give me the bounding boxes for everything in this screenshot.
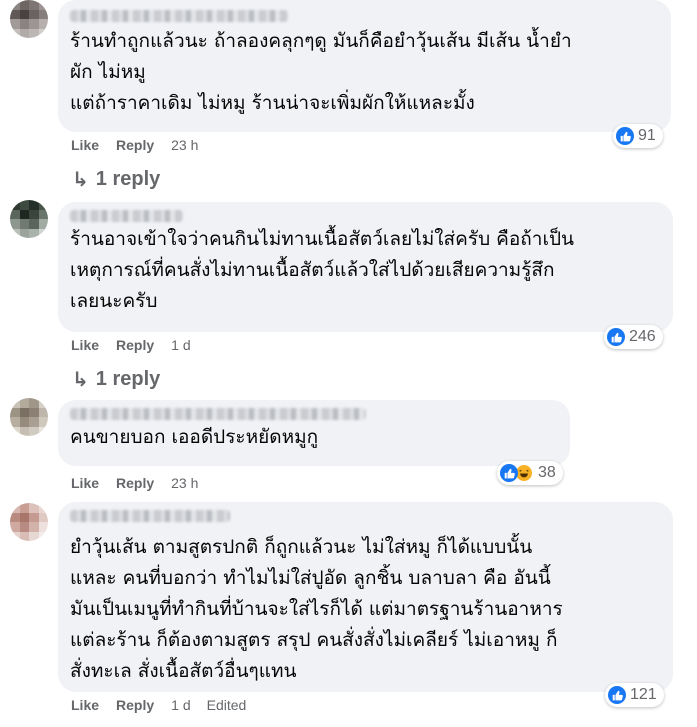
like-reaction-icon (616, 127, 634, 145)
commenter-name[interactable] (70, 210, 183, 222)
comment-bubble: คนขายบอก เออดีประหยัดหมูกู (58, 400, 570, 466)
view-replies-link[interactable]: ↳ 1 reply (72, 167, 160, 192)
timestamp[interactable]: 23 h (171, 475, 198, 491)
reply-button[interactable]: Reply (116, 337, 154, 353)
reaction-number: 38 (538, 464, 556, 481)
comment-text: คนขายบอก เออดีประหยัดหมูกู (70, 426, 319, 448)
reply-arrow-icon: ↳ (72, 369, 89, 391)
commenter-name[interactable] (70, 510, 230, 522)
like-button[interactable]: Like (71, 137, 99, 153)
like-button[interactable]: Like (71, 697, 99, 713)
comment-text: ยำวุ้นเส้น ตามสูตรปกติ ก็ถูกแล้วนะ ไม่ใส… (70, 536, 563, 682)
comment-bubble: ร้านทำถูกแล้วนะ ถ้าลองคลุกๆดู มันก็คือยำ… (58, 0, 671, 132)
reaction-count[interactable]: 91 (613, 124, 663, 148)
commenter-name[interactable] (70, 10, 288, 22)
reaction-number: 246 (629, 328, 656, 345)
reaction-count[interactable]: 246 (604, 325, 663, 349)
comment-actions: Like Reply 1 d Edited (71, 697, 263, 713)
avatar[interactable] (10, 200, 48, 238)
comment-actions: Like Reply 23 h (71, 475, 214, 491)
comment-bubble: ยำวุ้นเส้น ตามสูตรปกติ ก็ถูกแล้วนะ ไม่ใส… (58, 502, 673, 692)
view-replies-label: 1 reply (95, 368, 161, 390)
like-reaction-icon (607, 328, 625, 346)
timestamp[interactable]: 1 d (171, 697, 190, 713)
edited-label[interactable]: Edited (207, 697, 247, 713)
reply-button[interactable]: Reply (116, 475, 154, 491)
timestamp[interactable]: 1 d (171, 337, 190, 353)
avatar[interactable] (10, 398, 48, 436)
avatar[interactable] (10, 503, 48, 541)
reply-arrow-icon: ↳ (72, 169, 89, 191)
reaction-count[interactable]: 121 (605, 683, 664, 707)
comment-text: ร้านอาจเข้าใจว่าคนกินไม่ทานเนื้อสัตว์เลย… (70, 228, 575, 312)
like-reaction-icon (608, 686, 626, 704)
reaction-number: 121 (630, 686, 657, 703)
comment-bubble: ร้านอาจเข้าใจว่าคนกินไม่ทานเนื้อสัตว์เลย… (58, 202, 673, 332)
view-replies-link[interactable]: ↳ 1 reply (72, 367, 160, 392)
like-button[interactable]: Like (71, 337, 99, 353)
commenter-name[interactable] (70, 408, 366, 420)
like-reaction-icon (500, 464, 518, 482)
avatar[interactable] (10, 0, 48, 38)
comment-actions: Like Reply 1 d (71, 337, 207, 353)
reply-button[interactable]: Reply (116, 137, 154, 153)
reaction-number: 91 (638, 127, 656, 144)
comment-actions: Like Reply 23 h (71, 137, 214, 153)
comment-text: ร้านทำถูกแล้วนะ ถ้าลองคลุกๆดู มันก็คือยำ… (70, 30, 572, 114)
reaction-count[interactable]: 38 (497, 461, 563, 485)
like-button[interactable]: Like (71, 475, 99, 491)
view-replies-label: 1 reply (95, 168, 161, 190)
reply-button[interactable]: Reply (116, 697, 154, 713)
timestamp[interactable]: 23 h (171, 137, 198, 153)
